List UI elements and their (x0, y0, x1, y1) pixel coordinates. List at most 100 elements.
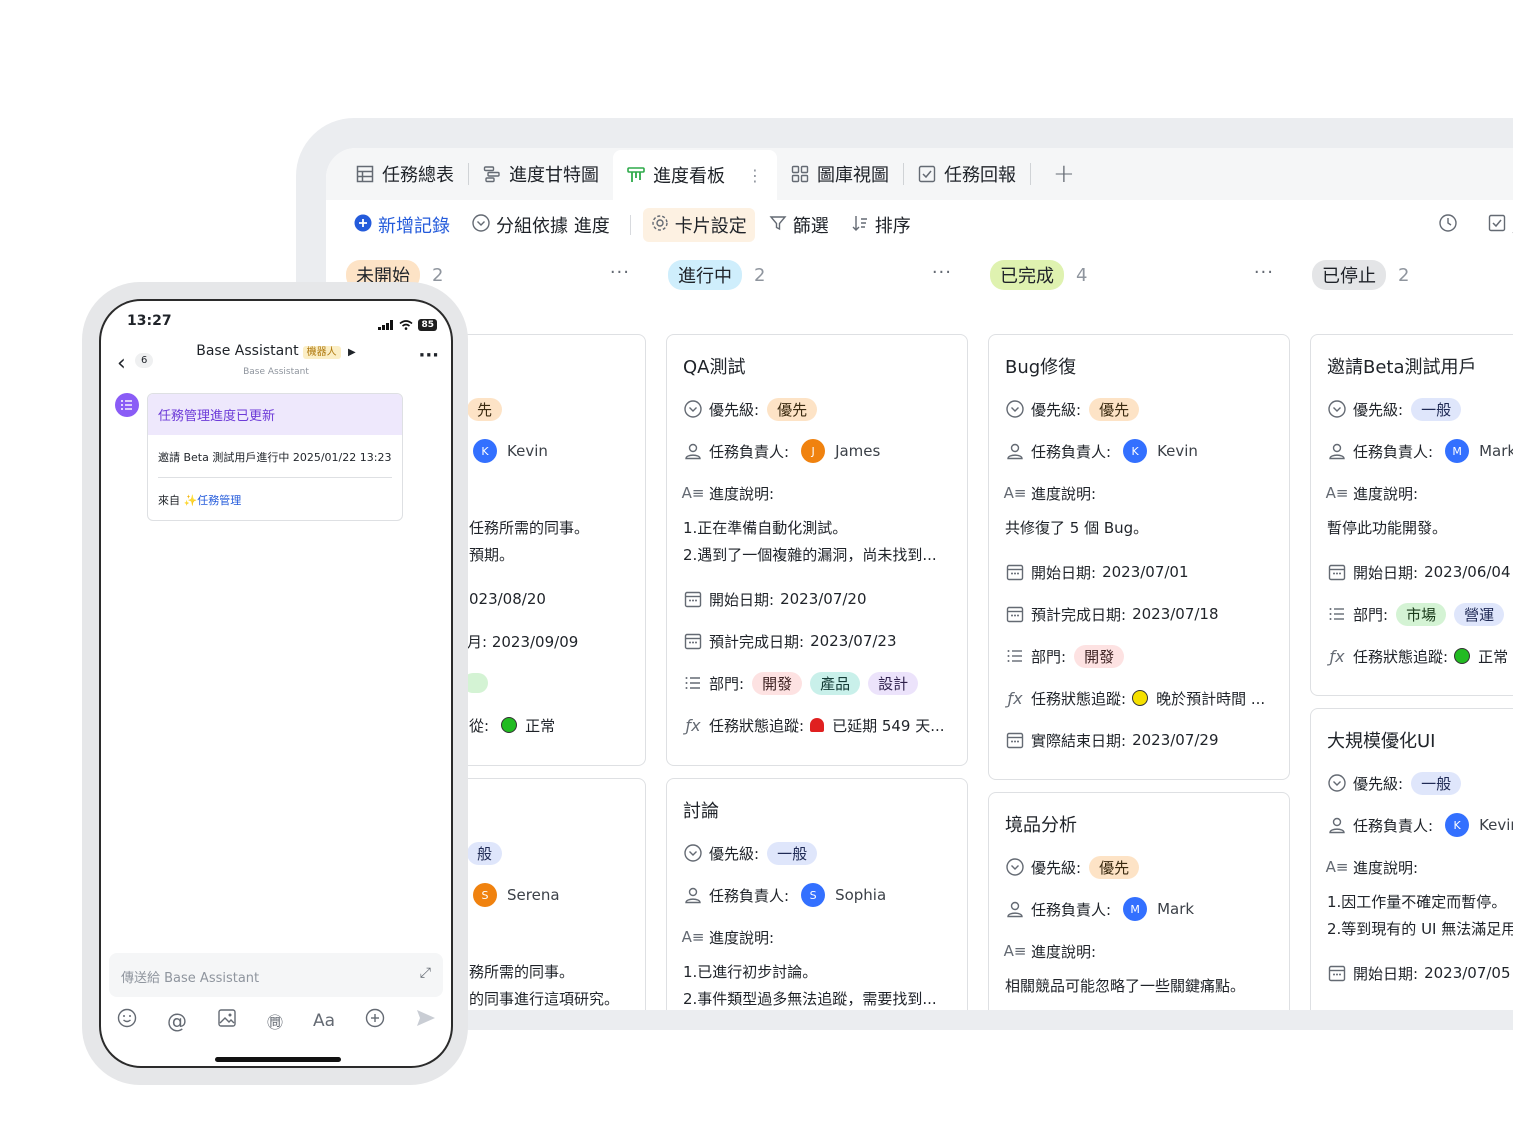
message-from-label: 來自 (158, 494, 180, 507)
priority-tag: 般 (467, 841, 503, 865)
group-by-label: 分組依據 進度 (496, 216, 610, 237)
task-card[interactable]: 大規模優化UI 優先級: 一般 任務負責人: K Kevin A≡進度說明: 1.因工… (1310, 708, 1513, 1010)
chat-title[interactable]: Base Assistant 機器人 ▶ (101, 343, 451, 359)
add-view-icon[interactable]: + (1053, 159, 1075, 189)
plus-circle-icon[interactable] (365, 1008, 385, 1033)
person-icon (683, 441, 703, 461)
dept-tag: 營運 (1454, 602, 1505, 626)
history-icon[interactable] (1438, 213, 1458, 238)
text-field-icon: A≡ (1003, 484, 1027, 502)
gear-icon (651, 214, 669, 237)
send-icon[interactable] (415, 1007, 437, 1034)
green-dot-icon (501, 717, 518, 733)
chevron-circle-icon (1327, 773, 1347, 793)
calendar-icon (1005, 604, 1025, 624)
message-input[interactable]: 傳送給 Base Assistant ⤢ (109, 953, 443, 997)
column-more-icon[interactable]: ··· (1254, 262, 1274, 283)
kanban-board: 未開始 2 ··· 先 K Kevin 任務所需的同事。 預期。 023/08/2… (344, 250, 1513, 1010)
input-placeholder: 傳送給 Base Assistant (121, 971, 260, 986)
tab-task-report[interactable]: 任務回報 (904, 150, 1030, 198)
progress-text: 暫停此功能開發。 (1327, 519, 1448, 537)
toolbar-divider (629, 215, 631, 235)
field-label: 優先級: (1031, 858, 1082, 877)
progress-text: 1.正在準備自動化測試。 2.遇到了一個複雜的漏洞，尚未找到... (683, 519, 937, 564)
card-title: 境品分析 (1005, 815, 1077, 836)
tab-kanban[interactable]: 進度看板 ⋮ (613, 150, 777, 200)
column-label: 已停止 (1312, 260, 1386, 290)
column-count: 2 (1398, 264, 1410, 286)
filter-button[interactable]: 篩選 (761, 208, 837, 242)
tab-label: 圖庫視圖 (817, 165, 889, 186)
task-card[interactable]: 境品分析 優先級: 優先 任務負責人: M Mark A≡ 進度說明: 相關競品可能忽略… (988, 792, 1290, 1010)
chevron-circle-icon (1005, 857, 1025, 877)
priority-tag: 先 (467, 397, 503, 421)
task-card[interactable]: 討論 優先級: 一般 任務負責人: S Sophia A≡ 進度說明: 1.已進行初步討… (666, 778, 968, 1010)
generate-button[interactable]: 產生 (1480, 208, 1513, 242)
column-completed: 已完成 4 ··· Bug修復 優先級: 優先 任務負責人: K Kevin A≡ 進度… (988, 250, 1290, 1010)
field-label: 部門: (1031, 647, 1067, 666)
sort-button[interactable]: 排序 (843, 208, 919, 242)
calendar-icon (683, 589, 703, 609)
field-label: 進度說明: (1031, 484, 1097, 503)
dept-tag: 市場 (1396, 602, 1447, 626)
tablet-frame: 任務總表 進度甘特圖 進度看板 ⋮ 圖庫視圖 任務回報 + 新增記錄 分組依據 … (296, 118, 1513, 1030)
translate-icon[interactable]: ㉄ (267, 1009, 283, 1033)
card-title: 討論 (683, 801, 719, 822)
priority-tag: 一般 (767, 841, 818, 865)
tab-task-table[interactable]: 任務總表 (342, 150, 468, 198)
field-label: 任務狀態追蹤: (1031, 689, 1127, 708)
message-card[interactable]: 任務管理進度已更新 邀請 Beta 測試用戶進行中 2025/01/22 13:… (147, 393, 403, 521)
column-header: 進行中 2 ··· (666, 250, 968, 300)
field-label: 任務負責人: (1353, 442, 1434, 461)
add-record-button[interactable]: 新增記錄 (346, 208, 458, 242)
text-field-icon: A≡ (1003, 942, 1027, 960)
start-date: 023/08/20 (469, 590, 546, 608)
chat-header: ‹ 6 Base Assistant 機器人 ▶ Base Assistant ·… (101, 343, 451, 391)
text-format-icon[interactable]: Aa (313, 1011, 335, 1031)
chevron-circle-icon (683, 843, 703, 863)
column-count: 4 (1076, 264, 1088, 286)
expand-icon[interactable]: ⤢ (420, 965, 431, 981)
task-card[interactable]: Bug修復 優先級: 優先 任務負責人: K Kevin A≡ 進度說明: 共修復了 5… (988, 334, 1290, 780)
card-title: Bug修復 (1005, 357, 1077, 378)
owner-name: Kevin (1479, 816, 1513, 834)
column-more-icon[interactable]: ··· (932, 262, 952, 283)
mention-icon[interactable]: @ (167, 1009, 187, 1033)
field-label: 任務負責人: (1031, 442, 1112, 461)
chevron-circle-icon (683, 399, 703, 419)
gantt-icon (483, 165, 501, 183)
card-title: 大規模優化UI (1327, 731, 1436, 752)
column-more-icon[interactable]: ··· (610, 262, 630, 283)
tab-gantt[interactable]: 進度甘特圖 (469, 150, 613, 198)
message-source-link[interactable]: ✨任務管理 (184, 494, 242, 507)
dept-tag: 開發 (752, 671, 803, 695)
tab-label: 任務總表 (382, 165, 454, 186)
field-label: 優先級: (709, 400, 760, 419)
calendar-icon (1005, 730, 1025, 750)
tab-label: 進度甘特圖 (509, 165, 599, 186)
field-label: 優先級: (1031, 400, 1082, 419)
progress-text: 相關競品可能忽略了一些關鍵痛點。 (1005, 977, 1246, 995)
status-value: 正常 (525, 716, 556, 735)
status-prefix: 從: (469, 716, 490, 735)
input-toolbar: @ ㉄ Aa (117, 1007, 437, 1034)
emoji-icon[interactable] (117, 1008, 137, 1033)
plus-circle-icon (354, 214, 372, 237)
tab-gallery[interactable]: 圖庫視圖 (777, 150, 903, 198)
tab-more-icon[interactable]: ⋮ (747, 166, 763, 185)
card-settings-button[interactable]: 卡片設定 (642, 208, 755, 242)
task-card[interactable]: 邀請Beta測試用戶 優先級: 一般 任務負責人: M Mark A≡ 進度說明: 暫停… (1310, 334, 1513, 696)
grid-table-icon (356, 165, 374, 183)
home-indicator (215, 1057, 341, 1062)
group-by-button[interactable]: 分組依據 進度 (464, 208, 618, 242)
image-icon[interactable] (217, 1008, 237, 1033)
owner-name: James (835, 442, 881, 460)
sort-label: 排序 (874, 216, 911, 237)
field-label: 部門: (1353, 605, 1389, 624)
due-date: 2023/07/23 (810, 632, 897, 650)
field-label: 預計完成日期: (709, 632, 805, 651)
column-stopped: 已停止 2 邀請Beta測試用戶 優先級: 一般 任務負責人: M Mark A≡ 進度… (1310, 250, 1513, 1010)
task-card[interactable]: QA測試 優先級: 優先 任務負責人: J James A≡ 進度說明: 1.正在準備自… (666, 334, 968, 766)
list-icon (1005, 646, 1025, 666)
more-icon[interactable]: ··· (418, 345, 439, 366)
